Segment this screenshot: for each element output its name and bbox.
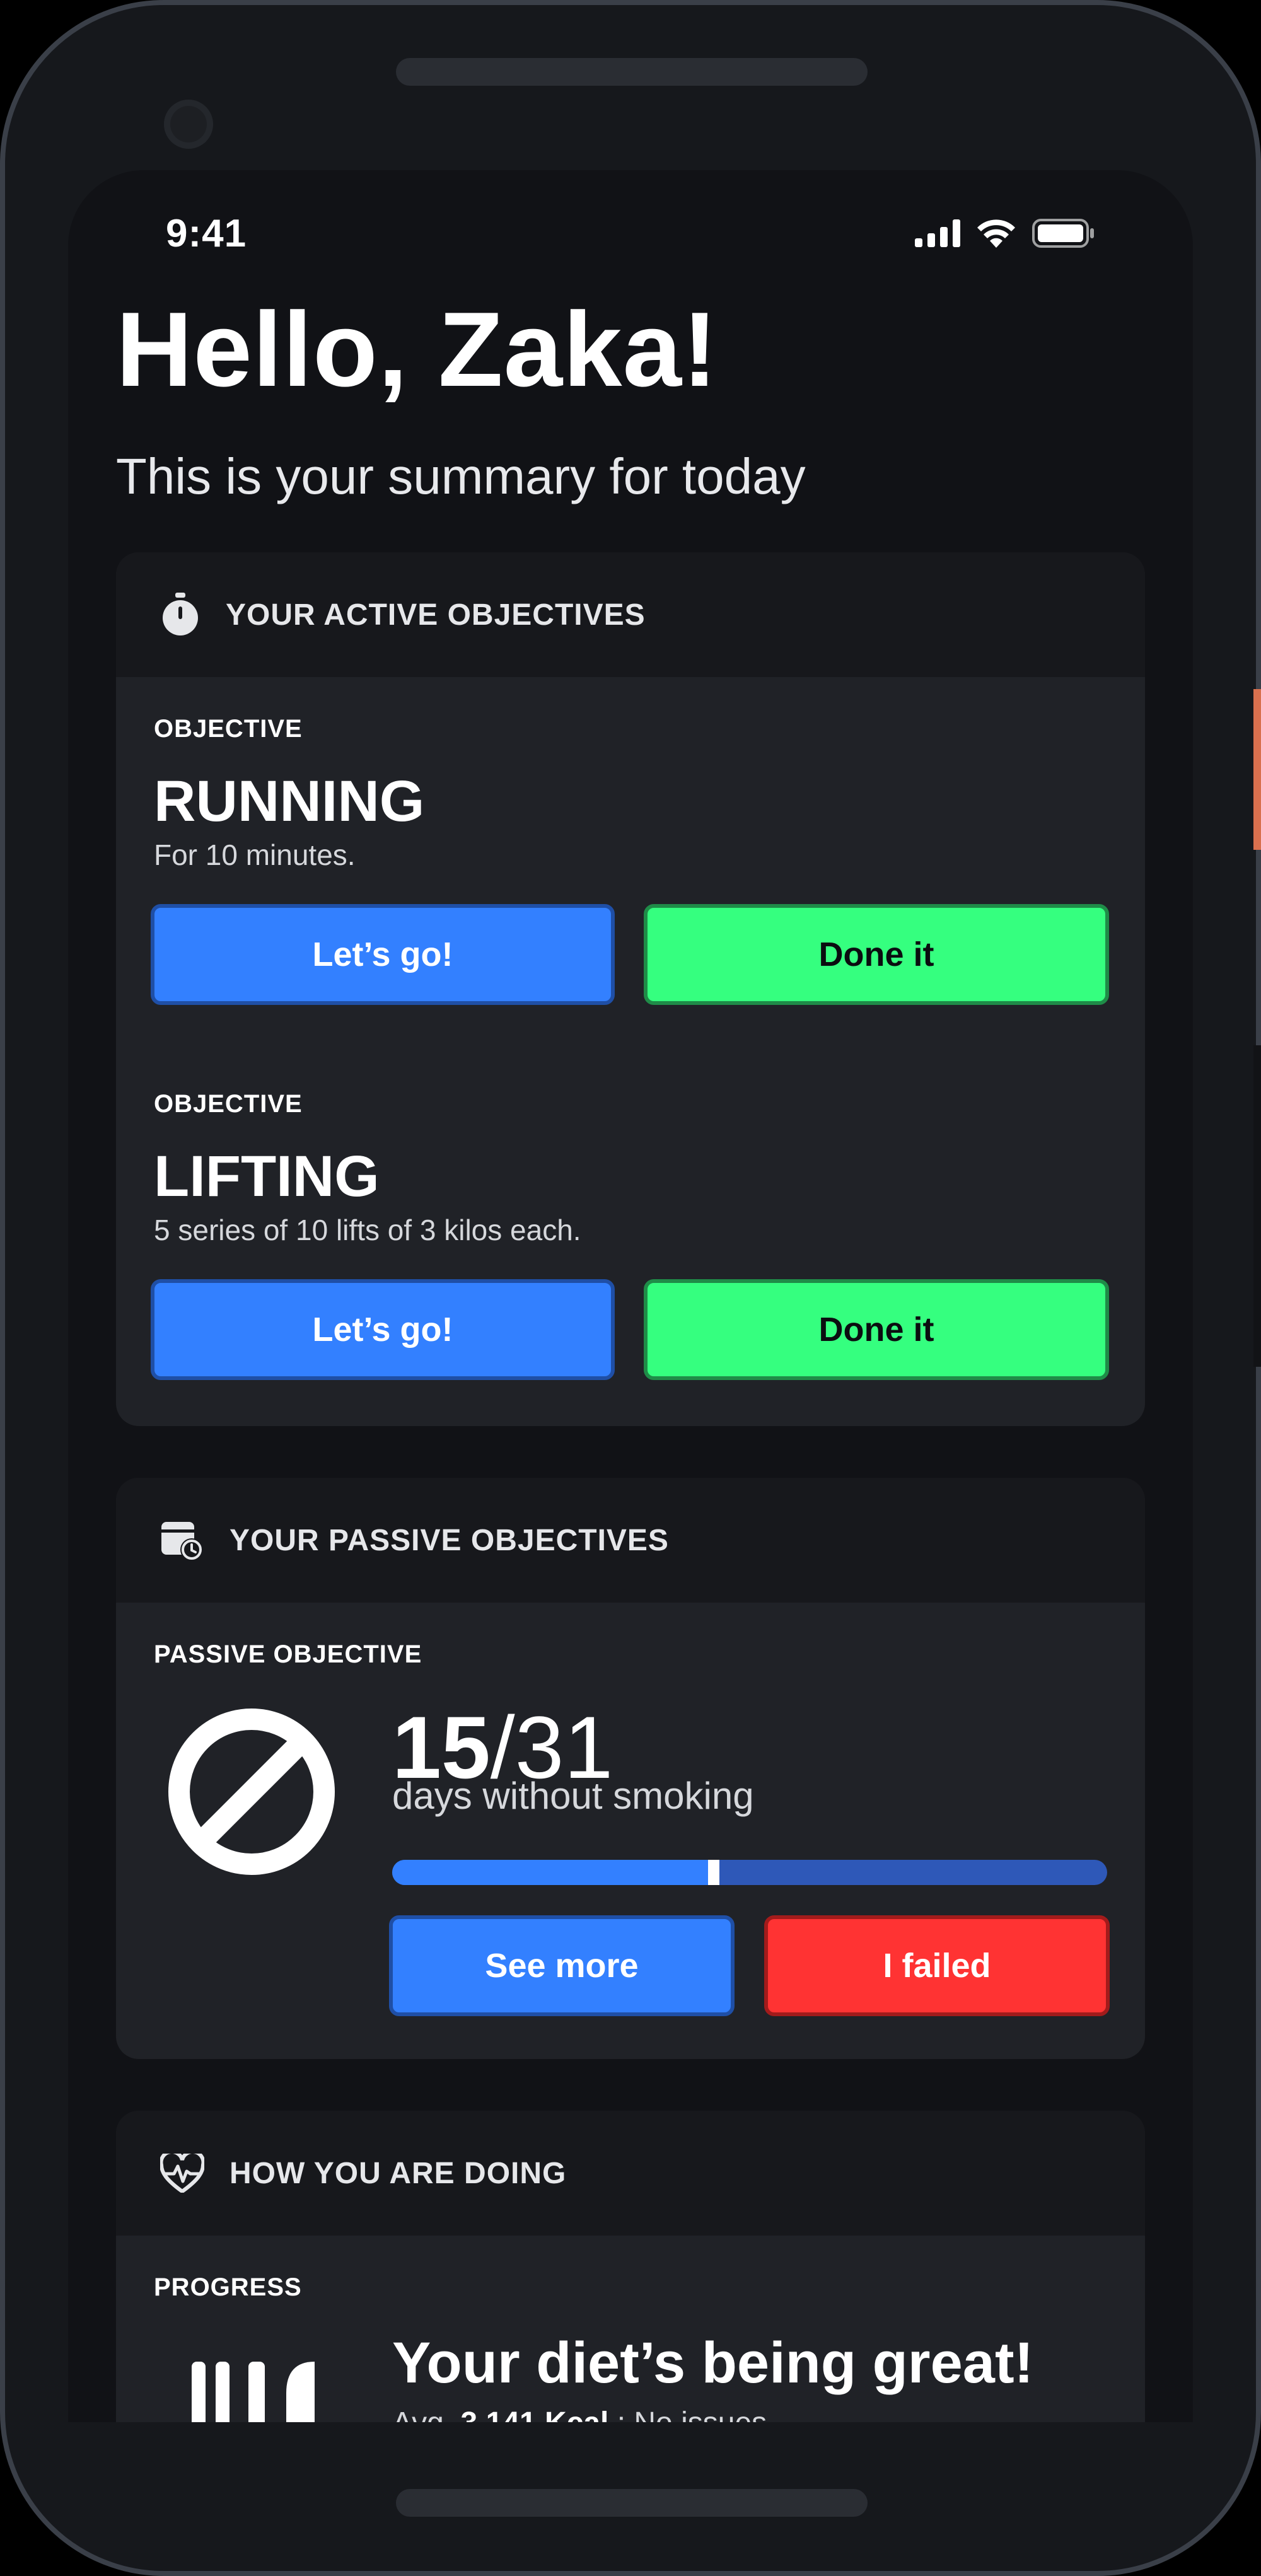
objective-tag: OBJECTIVE xyxy=(154,715,303,743)
progress-section-title: HOW YOU ARE DOING xyxy=(230,2156,567,2190)
status-time: 9:41 xyxy=(166,211,247,255)
stopwatch-icon xyxy=(163,593,198,635)
objective-title-running: RUNNING xyxy=(154,769,425,833)
lets-go-button-running[interactable]: Let’s go! xyxy=(151,904,615,1005)
progress-card: HOW YOU ARE DOING PROGRESS Your diet’s b… xyxy=(116,2111,1145,2422)
diet-summary: Avg. 3,141 Kcal : No issues xyxy=(392,2406,767,2422)
wifi-icon xyxy=(977,219,1015,248)
done-it-button-lifting[interactable]: Done it xyxy=(644,1279,1109,1380)
battery-icon xyxy=(1032,219,1094,248)
progress-header: HOW YOU ARE DOING xyxy=(116,2111,1145,2236)
front-camera xyxy=(164,100,213,149)
objective-description: 5 series of 10 lifts of 3 kilos each. xyxy=(154,1214,581,1246)
objective-title-lifting: LIFTING xyxy=(154,1144,380,1209)
app-screen: 9:41 Hello, Zaka! This is your summary f… xyxy=(68,170,1193,2422)
progress-tag: PROGRESS xyxy=(154,2273,302,2301)
cutlery-icon xyxy=(192,2362,315,2422)
diet-headline: Your diet’s being great! xyxy=(392,2331,1034,2395)
active-objectives-list: OBJECTIVE RUNNING For 10 minutes. Let’s … xyxy=(116,677,1145,1426)
passive-objectives-header: YOUR PASSIVE OBJECTIVES xyxy=(116,1478,1145,1603)
passive-objectives-card: YOUR PASSIVE OBJECTIVES PASSIVE OBJECTIV… xyxy=(116,1478,1145,2059)
greeting-title: Hello, Zaka! xyxy=(116,290,718,409)
passive-objectives-title: YOUR PASSIVE OBJECTIVES xyxy=(230,1523,669,1557)
volume-button xyxy=(1253,689,1261,850)
avg-value: 3,141 Kcal xyxy=(461,2406,609,2422)
progress-marker xyxy=(708,1860,720,1885)
home-indicator xyxy=(396,2489,868,2517)
passive-objective-item: PASSIVE OBJECTIVE 15/31 days without smo… xyxy=(116,1603,1145,2059)
see-more-button[interactable]: See more xyxy=(389,1915,735,2016)
objective-tag: OBJECTIVE xyxy=(154,1090,303,1118)
speaker-grille xyxy=(396,58,868,86)
calendar-clock-icon xyxy=(161,1522,203,1561)
days-progress-bar xyxy=(392,1860,1107,1885)
progress-item: PROGRESS Your diet’s being great! Avg. 3… xyxy=(116,2236,1145,2422)
done-it-button-running[interactable]: Done it xyxy=(644,904,1109,1005)
active-objectives-header: YOUR ACTIVE OBJECTIVES xyxy=(116,552,1145,677)
active-objectives-title: YOUR ACTIVE OBJECTIVES xyxy=(226,598,646,632)
lets-go-button-lifting[interactable]: Let’s go! xyxy=(151,1279,615,1380)
i-failed-button[interactable]: I failed xyxy=(764,1915,1110,2016)
power-button xyxy=(1253,1045,1261,1367)
phone-frame: 9:41 Hello, Zaka! This is your summary f… xyxy=(0,0,1261,2576)
status-bar: 9:41 xyxy=(166,211,1095,255)
cellular-signal-icon xyxy=(915,219,960,247)
objective-description: For 10 minutes. xyxy=(154,838,356,871)
passive-objective-tag: PASSIVE OBJECTIVE xyxy=(154,1640,422,1668)
progress-fill xyxy=(392,1860,714,1885)
avg-suffix: : No issues xyxy=(617,2406,767,2422)
active-objectives-card: YOUR ACTIVE OBJECTIVES OBJECTIVE RUNNING… xyxy=(116,552,1145,1426)
days-label: days without smoking xyxy=(392,1775,754,1817)
heartbeat-icon xyxy=(160,2154,204,2193)
avg-prefix: Avg. xyxy=(392,2406,452,2422)
summary-subtitle: This is your summary for today xyxy=(116,448,806,504)
no-smoking-icon xyxy=(168,1709,335,1875)
status-icons xyxy=(915,219,1095,248)
